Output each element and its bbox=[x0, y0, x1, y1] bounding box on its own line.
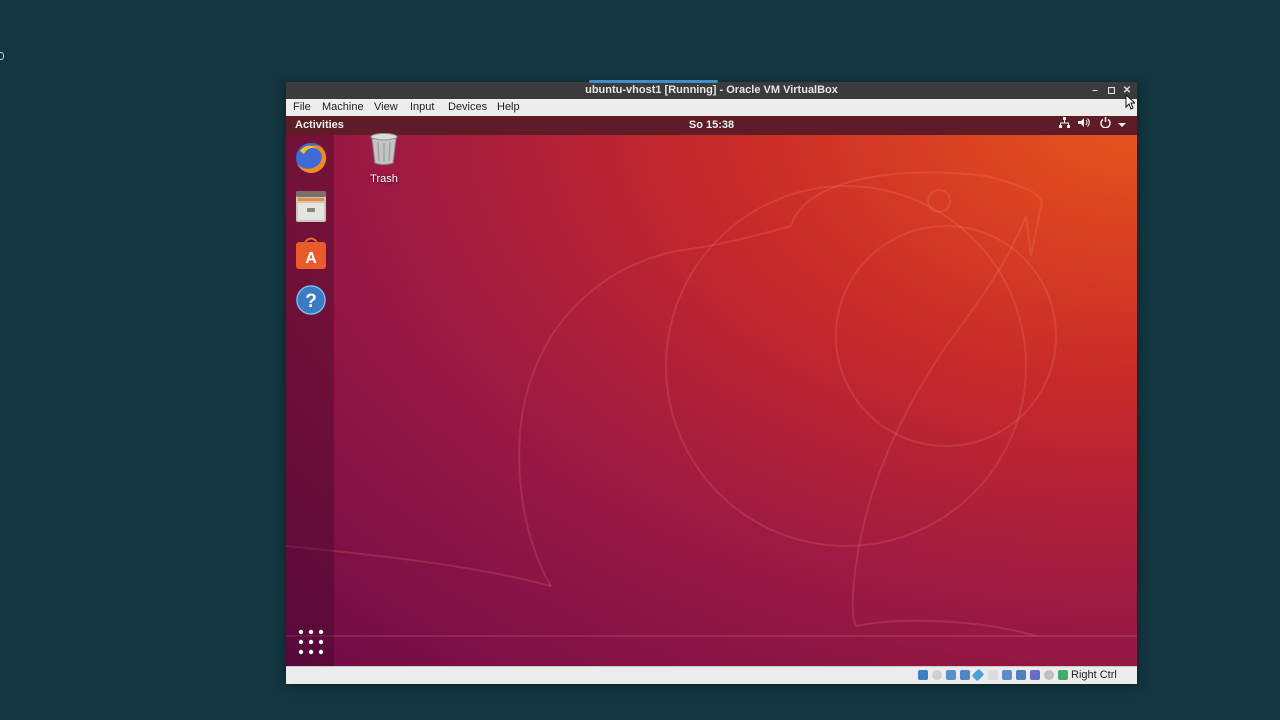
app-grid-icon[interactable] bbox=[294, 625, 328, 659]
network-wired-icon[interactable] bbox=[1057, 116, 1071, 135]
minimize-button[interactable]: – bbox=[1088, 82, 1102, 99]
menu-view[interactable]: View bbox=[371, 99, 401, 116]
usb-icon[interactable] bbox=[971, 668, 985, 682]
window-title: ubuntu-vhost1 [Running] - Oracle VM Virt… bbox=[585, 84, 838, 96]
volume-icon[interactable] bbox=[1077, 116, 1091, 135]
help-icon[interactable]: ? bbox=[294, 283, 328, 317]
svg-text:A: A bbox=[305, 250, 317, 267]
maximize-icon bbox=[1107, 86, 1115, 94]
chevron-down-icon[interactable] bbox=[1115, 116, 1129, 135]
video-capture-icon[interactable] bbox=[1016, 670, 1026, 680]
clock-label[interactable]: So 15:38 bbox=[689, 119, 734, 131]
menu-devices[interactable]: Devices bbox=[445, 99, 490, 116]
titlebar-accent bbox=[589, 80, 718, 83]
display-icon[interactable] bbox=[1002, 670, 1012, 680]
menu-file[interactable]: File bbox=[290, 99, 314, 116]
network-icon[interactable] bbox=[960, 670, 970, 680]
host-key-icon[interactable] bbox=[1058, 670, 1068, 680]
wallpaper-bird-outline bbox=[286, 171, 1137, 637]
svg-text:?: ? bbox=[305, 291, 317, 312]
guest-display[interactable]: Activities So 15:38 A ? Trash bbox=[286, 116, 1137, 666]
maximize-button[interactable] bbox=[1104, 82, 1118, 99]
clock: So 15:38 bbox=[286, 116, 1137, 135]
host-key-label[interactable]: Right Ctrl bbox=[1071, 667, 1117, 684]
vm-status-bar: Right Ctrl bbox=[286, 666, 1137, 684]
menu-input[interactable]: Input bbox=[407, 99, 437, 116]
software-center-icon[interactable]: A bbox=[294, 236, 328, 270]
trash-icon bbox=[370, 133, 398, 165]
shared-folders-icon[interactable] bbox=[988, 670, 998, 680]
menubar: File Machine View Input Devices Help bbox=[286, 99, 1137, 116]
files-icon[interactable] bbox=[294, 189, 328, 223]
trash-label: Trash bbox=[370, 173, 398, 185]
window-titlebar[interactable]: ubuntu-vhost1 [Running] - Oracle VM Virt… bbox=[286, 80, 1137, 99]
optical-drive-icon[interactable] bbox=[932, 670, 942, 680]
desktop-trash[interactable]: Trash bbox=[358, 132, 410, 185]
power-icon[interactable] bbox=[1098, 116, 1112, 135]
ubuntu-dock: A ? bbox=[286, 135, 334, 666]
mouse-cursor-icon bbox=[1125, 94, 1135, 110]
menu-machine[interactable]: Machine bbox=[319, 99, 367, 116]
mouse-integration-icon[interactable] bbox=[1044, 670, 1054, 680]
hard-disk-icon[interactable] bbox=[918, 670, 928, 680]
firefox-icon[interactable] bbox=[294, 141, 328, 175]
virtualbox-window: ubuntu-vhost1 [Running] - Oracle VM Virt… bbox=[286, 80, 1137, 684]
host-desktop-marker bbox=[0, 52, 4, 60]
menu-help[interactable]: Help bbox=[494, 99, 523, 116]
audio-icon[interactable] bbox=[946, 670, 956, 680]
gnome-top-bar: Activities So 15:38 bbox=[286, 116, 1137, 135]
cpu-icon[interactable] bbox=[1030, 670, 1040, 680]
